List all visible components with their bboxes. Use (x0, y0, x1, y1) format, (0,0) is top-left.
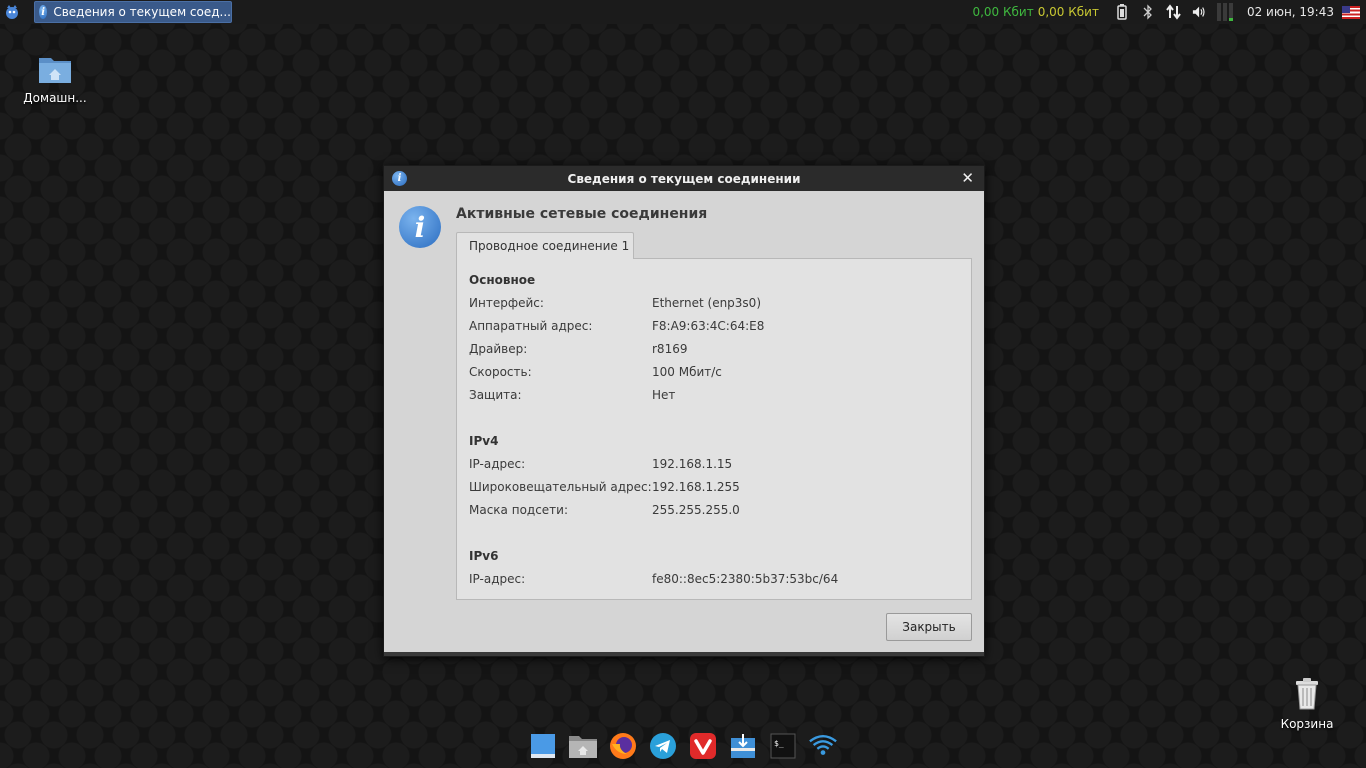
row-label: Маска подсети: (469, 503, 569, 517)
telegram-icon[interactable] (648, 728, 678, 764)
cpu-graph[interactable] (1216, 3, 1233, 21)
row-label: Широковещательный адрес: (469, 480, 652, 494)
net-download-speed: 0,00 Кбит (972, 5, 1034, 19)
wifi-icon[interactable] (808, 728, 838, 764)
taskbar-window-button[interactable]: i Сведения о текущем соед... (34, 1, 232, 23)
info-row: IP-адрес: fe80::8ec5:2380:5b37:53bc/64 (469, 572, 971, 595)
info-icon: i (39, 5, 48, 19)
svg-text:$_: $_ (774, 739, 784, 748)
section-title: Основное (469, 273, 536, 287)
system-tray: 0,00 Кбит 0,00 Кбит 02 июн, 19:43 (972, 0, 1366, 24)
trash-icon (1272, 678, 1342, 713)
info-row: Маска подсети: 255.255.255.0 (469, 503, 971, 526)
firefox-icon[interactable] (608, 728, 638, 764)
top-panel: i Сведения о текущем соед... 0,00 Кбит 0… (0, 0, 1366, 24)
info-row: Драйвер: r8169 (469, 342, 971, 365)
clock[interactable]: 02 июн, 19:43 (1247, 5, 1334, 19)
home-folder-icon (20, 54, 90, 87)
info-icon: i (399, 206, 441, 248)
dock: $_ (524, 728, 842, 768)
row-label: Защита: (469, 388, 522, 402)
info-row: Широковещательный адрес: 192.168.1.255 (469, 480, 971, 503)
row-value: fe80::8ec5:2380:5b37:53bc/64 (652, 572, 839, 586)
desktop-home-folder[interactable]: Домашн... (20, 54, 90, 105)
dialog-heading: Активные сетевые соединения (456, 206, 708, 222)
network-transfer-icon[interactable] (1166, 4, 1182, 20)
info-row: Скорость: 100 Мбит/с (469, 365, 971, 388)
row-value: Нет (652, 388, 676, 402)
row-label: IP-адрес: (469, 457, 526, 471)
desktop-home-label: Домашн... (23, 91, 87, 105)
section-title: IPv4 (469, 434, 499, 448)
info-row: IP-адрес: 192.168.1.15 (469, 457, 971, 480)
taskbar-window-title: Сведения о текущем соед... (53, 5, 231, 19)
row-label: Аппаратный адрес: (469, 319, 593, 333)
info-row: Аппаратный адрес: F8:A9:63:4C:64:E8 (469, 319, 971, 342)
package-installer-icon[interactable] (728, 728, 758, 764)
tab-wired-connection[interactable]: Проводное соединение 1 (456, 232, 634, 259)
row-value: 192.168.1.15 (652, 457, 733, 471)
info-row: Защита: Нет (469, 388, 971, 411)
whisker-menu-icon[interactable] (0, 0, 24, 24)
dialog-titlebar[interactable]: i Сведения о текущем соединении ✕ (384, 166, 984, 191)
row-value: 255.255.255.0 (652, 503, 740, 517)
tab-panel: Основное Интерфейс: Ethernet (enp3s0) Апп… (456, 258, 972, 600)
dialog-bottom-border (384, 652, 984, 656)
bluetooth-icon[interactable] (1140, 4, 1156, 20)
battery-icon[interactable] (1114, 4, 1130, 20)
keyboard-layout-flag-icon[interactable] (1342, 5, 1360, 19)
desktop-trash-label: Корзина (1280, 717, 1334, 731)
row-value: 100 Мбит/с (652, 365, 722, 379)
volume-icon[interactable] (1192, 4, 1208, 20)
row-label: Интерфейс: (469, 296, 544, 310)
info-row: Интерфейс: Ethernet (enp3s0) (469, 296, 971, 319)
file-manager-icon[interactable] (568, 728, 598, 764)
section-title: IPv6 (469, 549, 499, 563)
vivaldi-icon[interactable] (688, 728, 718, 764)
row-label: IP-адрес: (469, 572, 526, 586)
show-desktop-icon[interactable] (528, 728, 558, 764)
close-button[interactable]: Закрыть (886, 613, 972, 641)
row-label: Драйвер: (469, 342, 528, 356)
net-upload-speed: 0,00 Кбит (1037, 5, 1099, 19)
row-label: Скорость: (469, 365, 532, 379)
dialog-title: Сведения о текущем соединении (567, 171, 801, 186)
close-icon[interactable]: ✕ (961, 169, 974, 187)
row-value: r8169 (652, 342, 688, 356)
row-value: 192.168.1.255 (652, 480, 740, 494)
terminal-icon[interactable]: $_ (768, 728, 798, 764)
row-value: Ethernet (enp3s0) (652, 296, 761, 310)
connection-info-dialog: i Сведения о текущем соединении ✕ i Акти… (383, 165, 985, 657)
row-value: F8:A9:63:4C:64:E8 (652, 319, 765, 333)
desktop-trash[interactable]: Корзина (1272, 678, 1342, 731)
info-icon: i (392, 171, 407, 186)
